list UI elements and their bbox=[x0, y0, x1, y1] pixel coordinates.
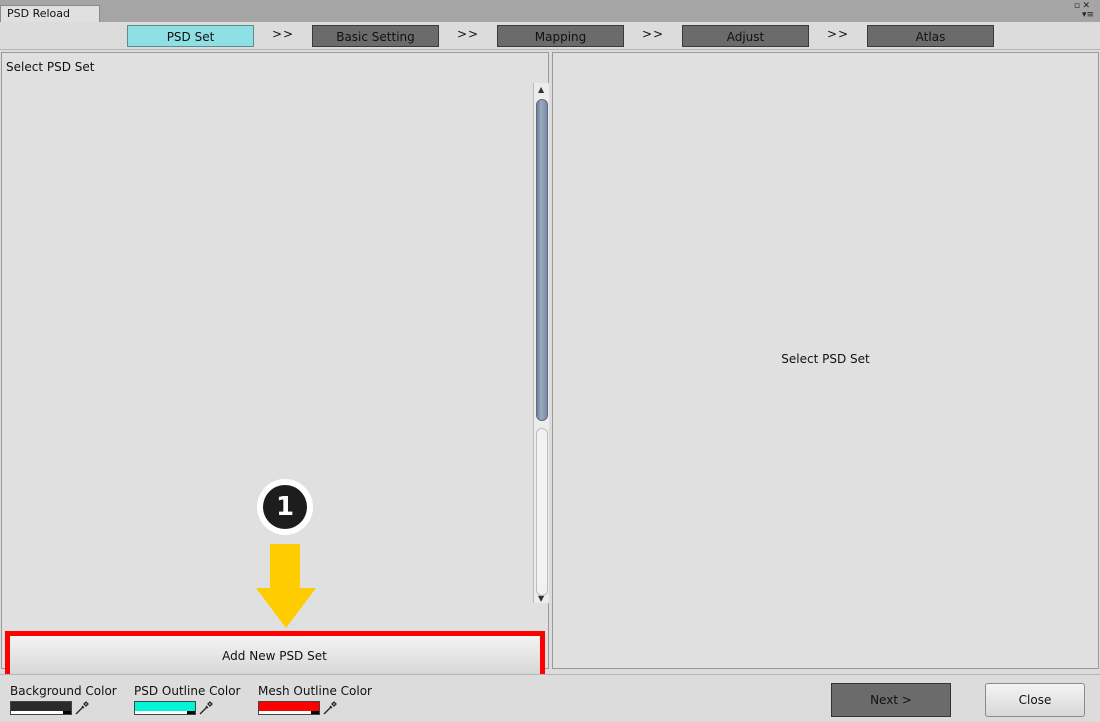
empty-message: Select PSD Set bbox=[781, 352, 870, 366]
step-basic-setting[interactable]: Basic Setting bbox=[312, 25, 439, 47]
scroll-down-icon[interactable]: ▼ bbox=[538, 594, 544, 603]
step-bar: PSD Set >> Basic Setting >> Mapping >> A… bbox=[0, 22, 1100, 50]
field-label: Background Color bbox=[10, 684, 117, 698]
next-button[interactable]: Next > bbox=[831, 683, 951, 717]
step-label: Adjust bbox=[726, 30, 765, 44]
footer-bar: Background Color PSD Outline Color Mesh … bbox=[0, 674, 1100, 722]
step-number-badge: 1 bbox=[257, 479, 313, 535]
close-button[interactable]: Close bbox=[985, 683, 1085, 717]
psd-set-detail-panel: Select PSD Set bbox=[552, 52, 1099, 669]
window-tab-title: PSD Reload bbox=[7, 7, 71, 20]
badge-number: 1 bbox=[263, 485, 307, 529]
maximize-icon[interactable]: ▫ bbox=[1074, 1, 1080, 11]
eyedropper-icon[interactable] bbox=[322, 700, 338, 716]
step-separator: >> bbox=[271, 27, 295, 41]
step-separator: >> bbox=[826, 27, 850, 41]
psd-set-list-panel: Select PSD Set ▲ ▼ 1 Add New PSD Set bbox=[1, 52, 549, 691]
scroll-track bbox=[536, 428, 548, 596]
psd-reload-window: PSD Set >> Basic Setting >> Mapping >> A… bbox=[0, 22, 1100, 722]
step-mapping[interactable]: Mapping bbox=[497, 25, 624, 47]
psd-outline-color-swatch[interactable] bbox=[134, 701, 196, 715]
menu-icon[interactable]: ▾≡ bbox=[1082, 10, 1094, 20]
panel-title: Select PSD Set bbox=[6, 60, 95, 74]
list-scrollbar[interactable]: ▲ ▼ bbox=[533, 83, 549, 603]
background-color-swatch[interactable] bbox=[10, 701, 72, 715]
psd-outline-color-field: PSD Outline Color bbox=[134, 684, 240, 717]
step-label: Atlas bbox=[915, 30, 946, 44]
scroll-thumb[interactable] bbox=[536, 99, 548, 421]
window-tab[interactable]: PSD Reload bbox=[0, 5, 100, 22]
window-controls: ▫ ✕ ▾≡ bbox=[1074, 1, 1094, 21]
step-label: PSD Set bbox=[166, 30, 215, 44]
eyedropper-icon[interactable] bbox=[74, 700, 90, 716]
step-label: Basic Setting bbox=[336, 30, 415, 44]
background-color-field: Background Color bbox=[10, 684, 117, 717]
step-atlas[interactable]: Atlas bbox=[867, 25, 994, 47]
eyedropper-icon[interactable] bbox=[198, 700, 214, 716]
step-separator: >> bbox=[641, 27, 665, 41]
title-bar: PSD Reload ▫ ✕ ▾≡ bbox=[0, 0, 1100, 22]
field-label: Mesh Outline Color bbox=[258, 684, 372, 698]
step-separator: >> bbox=[456, 27, 480, 41]
down-arrow-icon bbox=[256, 544, 316, 628]
mesh-outline-color-field: Mesh Outline Color bbox=[258, 684, 372, 717]
step-psd-set[interactable]: PSD Set bbox=[127, 25, 254, 47]
step-label: Mapping bbox=[534, 30, 587, 44]
mesh-outline-color-swatch[interactable] bbox=[258, 701, 320, 715]
scroll-up-icon[interactable]: ▲ bbox=[538, 85, 544, 94]
step-adjust[interactable]: Adjust bbox=[682, 25, 809, 47]
field-label: PSD Outline Color bbox=[134, 684, 241, 698]
